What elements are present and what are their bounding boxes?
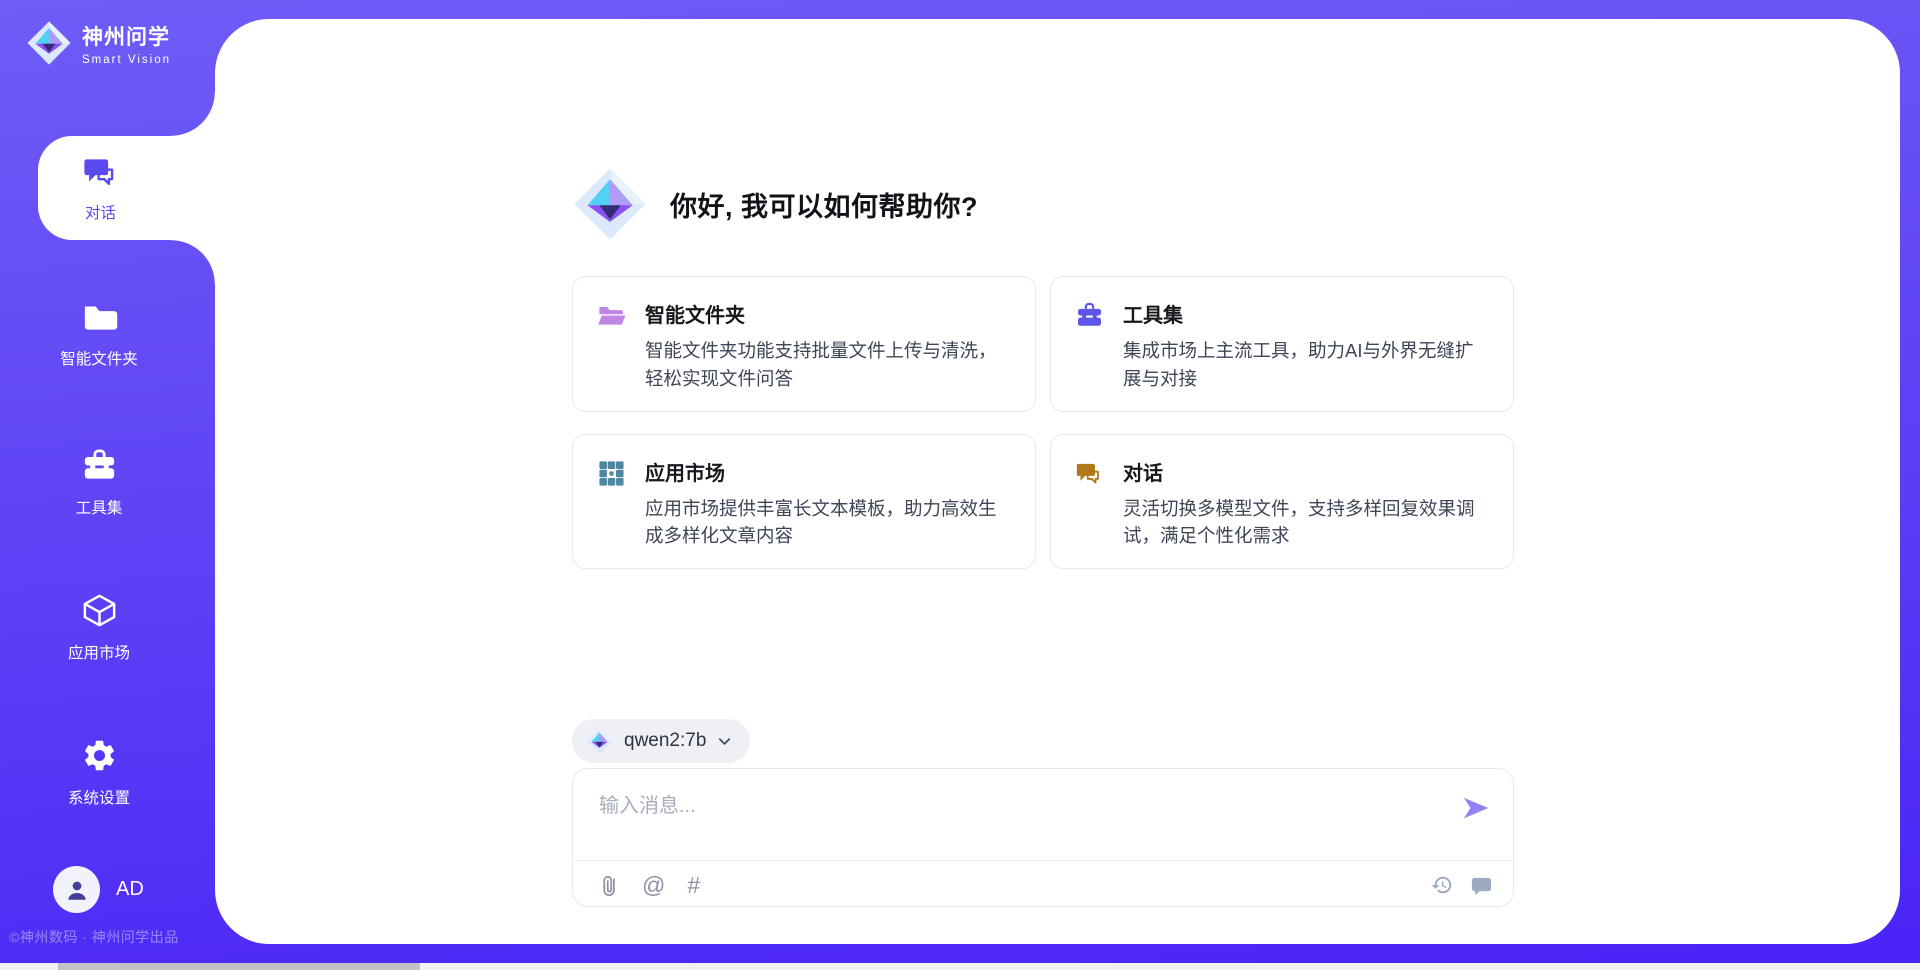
mention-icon[interactable]: @ (642, 874, 665, 897)
person-icon (64, 877, 90, 903)
send-button[interactable] (1459, 792, 1493, 826)
card-description: 集成市场上主流工具，助力AI与外界无缝扩展与对接 (1123, 337, 1487, 393)
card-body: 工具集 集成市场上主流工具，助力AI与外界无缝扩展与对接 (1123, 299, 1487, 393)
assistant-logo-icon (572, 166, 648, 242)
sidebar-item-label: 工具集 (76, 496, 123, 518)
app-logo-icon (26, 20, 72, 66)
brand-name: 神州问学 (82, 21, 171, 51)
chat-icon (82, 153, 120, 196)
model-logo-icon (586, 728, 613, 755)
card-description: 应用市场提供丰富长文本模板，助力高效生成多样化文章内容 (645, 495, 1009, 551)
card-smart-folder[interactable]: 智能文件夹 智能文件夹功能支持批量文件上传与清洗，轻松实现文件问答 (572, 276, 1036, 412)
sidebar-item-toolset[interactable]: 工具集 (0, 447, 198, 518)
brand-text: 神州问学 Smart Vision (82, 21, 171, 66)
model-selector[interactable]: qwen2:7b (572, 719, 750, 763)
composer-tools-right (1431, 874, 1493, 897)
feature-cards: 智能文件夹 智能文件夹功能支持批量文件上传与清洗，轻松实现文件问答 工具集 集成… (572, 276, 1514, 569)
greeting: 你好, 我可以如何帮助你? (572, 166, 978, 242)
sidebar: 神州问学 Smart Vision 对话 智能文件夹 工具集 (0, 0, 215, 970)
main-panel: 你好, 我可以如何帮助你? 智能文件夹 智能文件夹功能支持批量文件上传与清洗，轻… (215, 19, 1900, 944)
card-toolset[interactable]: 工具集 集成市场上主流工具，助力AI与外界无缝扩展与对接 (1050, 276, 1514, 412)
card-body: 应用市场 应用市场提供丰富长文本模板，助力高效生成多样化文章内容 (645, 457, 1009, 551)
sidebar-item-app-market[interactable]: 应用市场 (0, 592, 198, 663)
attach-icon[interactable] (599, 873, 620, 898)
scrollbar-thumb[interactable] (58, 963, 420, 970)
composer-tools-left: @ # (599, 873, 700, 898)
card-title: 工具集 (1123, 299, 1487, 328)
greeting-text: 你好, 我可以如何帮助你? (670, 185, 978, 224)
chat-icon (1075, 457, 1107, 551)
user-initials: AD (116, 878, 144, 901)
sidebar-item-smart-folder[interactable]: 智能文件夹 (0, 298, 198, 369)
card-chat[interactable]: 对话 灵活切换多模型文件，支持多样回复效果调试，满足个性化需求 (1050, 434, 1514, 570)
card-description: 灵活切换多模型文件，支持多样回复效果调试，满足个性化需求 (1123, 495, 1487, 551)
avatar (53, 866, 100, 913)
folder-open-icon (597, 299, 629, 393)
content-column: 你好, 我可以如何帮助你? 智能文件夹 智能文件夹功能支持批量文件上传与清洗，轻… (572, 19, 1514, 944)
brand: 神州问学 Smart Vision (26, 20, 171, 66)
sidebar-item-label: 应用市场 (68, 641, 130, 663)
send-icon (1461, 793, 1491, 823)
card-title: 智能文件夹 (645, 299, 1009, 328)
sidebar-item-label: 对话 (85, 201, 116, 223)
sidebar-item-system-settings[interactable]: 系统设置 (0, 737, 198, 808)
sidebar-item-label: 系统设置 (68, 786, 130, 808)
card-body: 对话 灵活切换多模型文件，支持多样回复效果调试，满足个性化需求 (1123, 457, 1487, 551)
composer-toolbar: @ # (599, 866, 1493, 904)
copyright: ©神州数码 · 神州问学出品 (9, 927, 179, 947)
toolbox-icon (1075, 299, 1107, 393)
grid-icon (597, 457, 629, 551)
card-description: 智能文件夹功能支持批量文件上传与清洗，轻松实现文件问答 (645, 337, 1009, 393)
hashtag-icon[interactable]: # (687, 874, 700, 897)
card-body: 智能文件夹 智能文件夹功能支持批量文件上传与清洗，轻松实现文件问答 (645, 299, 1009, 393)
toolbox-icon (81, 447, 118, 489)
horizontal-scrollbar[interactable] (0, 963, 1920, 970)
card-title: 对话 (1123, 457, 1487, 486)
gear-icon (81, 737, 118, 779)
comment-bubble-icon[interactable] (1470, 874, 1493, 897)
cube-icon (81, 592, 118, 634)
app-window: 神州问学 Smart Vision 对话 智能文件夹 工具集 (0, 0, 1920, 970)
card-title: 应用市场 (645, 457, 1009, 486)
composer-divider (573, 860, 1513, 861)
user-profile[interactable]: AD (53, 866, 144, 913)
message-composer: @ # (572, 768, 1514, 907)
sidebar-item-chat[interactable]: 对话 (38, 136, 215, 240)
chevron-down-icon (717, 734, 732, 749)
history-icon[interactable] (1431, 874, 1453, 896)
message-input[interactable] (573, 769, 1413, 855)
brand-tagline: Smart Vision (82, 54, 171, 66)
folder-icon (81, 298, 118, 340)
card-app-market[interactable]: 应用市场 应用市场提供丰富长文本模板，助力高效生成多样化文章内容 (572, 434, 1036, 570)
model-name: qwen2:7b (624, 730, 706, 752)
sidebar-item-label: 智能文件夹 (60, 347, 138, 369)
